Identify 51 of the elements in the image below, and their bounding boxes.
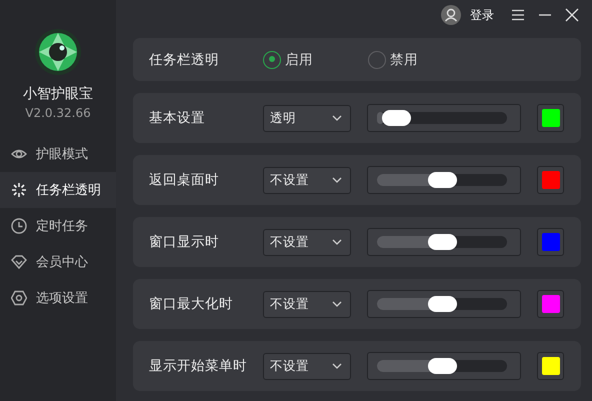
slider-track[interactable] [377,112,507,124]
settings-icon [11,290,27,306]
radio-button[interactable] [368,50,386,68]
mode-dropdown[interactable]: 透明 [263,104,351,132]
setting-label: 显示开始菜单时 [149,357,248,375]
chevron-down-icon [332,301,342,307]
setting-label: 返回桌面时 [149,171,220,189]
app-name: 小智护眼宝 [22,85,94,103]
burst-icon [11,182,27,198]
mode-dropdown[interactable]: 不设置 [263,290,351,318]
user-avatar-icon [441,5,461,25]
setting-label: 基本设置 [149,109,206,127]
slider-track[interactable] [377,236,507,248]
version-label: V2.0.32.66 [24,106,92,120]
mode-dropdown[interactable]: 不设置 [263,166,351,194]
sidebar-item[interactable]: 选项设置 [0,280,116,316]
chevron-down-icon [332,363,342,369]
color-picker-button[interactable] [537,290,564,318]
color-picker-button[interactable] [537,166,564,194]
slider-track[interactable] [377,360,507,372]
close-icon[interactable] [565,8,579,22]
sidebar-item[interactable]: 护眼模式 [0,136,116,172]
radio-option[interactable]: 启用 [263,50,368,68]
setting-label: 窗口显示时 [149,233,220,251]
chevron-down-icon [332,115,342,121]
diamond-icon [11,254,27,270]
slider-thumb[interactable] [428,234,456,250]
menu-icon[interactable] [511,9,525,21]
slider-track[interactable] [377,298,507,310]
radio-option[interactable]: 禁用 [368,50,473,68]
slider-track[interactable] [377,174,507,186]
login-link[interactable]: 登录 [470,6,494,24]
color-picker-button[interactable] [537,104,564,132]
slider-thumb[interactable] [382,110,412,126]
color-picker-button[interactable] [537,228,564,256]
mode-dropdown[interactable]: 不设置 [263,352,351,380]
setting-label: 任务栏透明 [149,50,220,68]
chevron-down-icon [332,239,342,245]
sidebar-item[interactable]: 定时任务 [0,208,116,244]
sidebar-item[interactable]: 任务栏透明 [0,172,116,208]
sidebar-item[interactable]: 会员中心 [0,244,116,280]
setting-label: 窗口最大化时 [149,295,234,313]
radio-button[interactable] [263,50,281,68]
slider-thumb[interactable] [428,172,456,188]
mode-dropdown[interactable]: 不设置 [263,228,351,256]
clock-icon [11,218,27,234]
logo-icon [34,28,82,76]
slider-thumb[interactable] [428,358,456,374]
slider-thumb[interactable] [428,296,456,312]
chevron-down-icon [332,177,342,183]
color-picker-button[interactable] [537,352,564,380]
